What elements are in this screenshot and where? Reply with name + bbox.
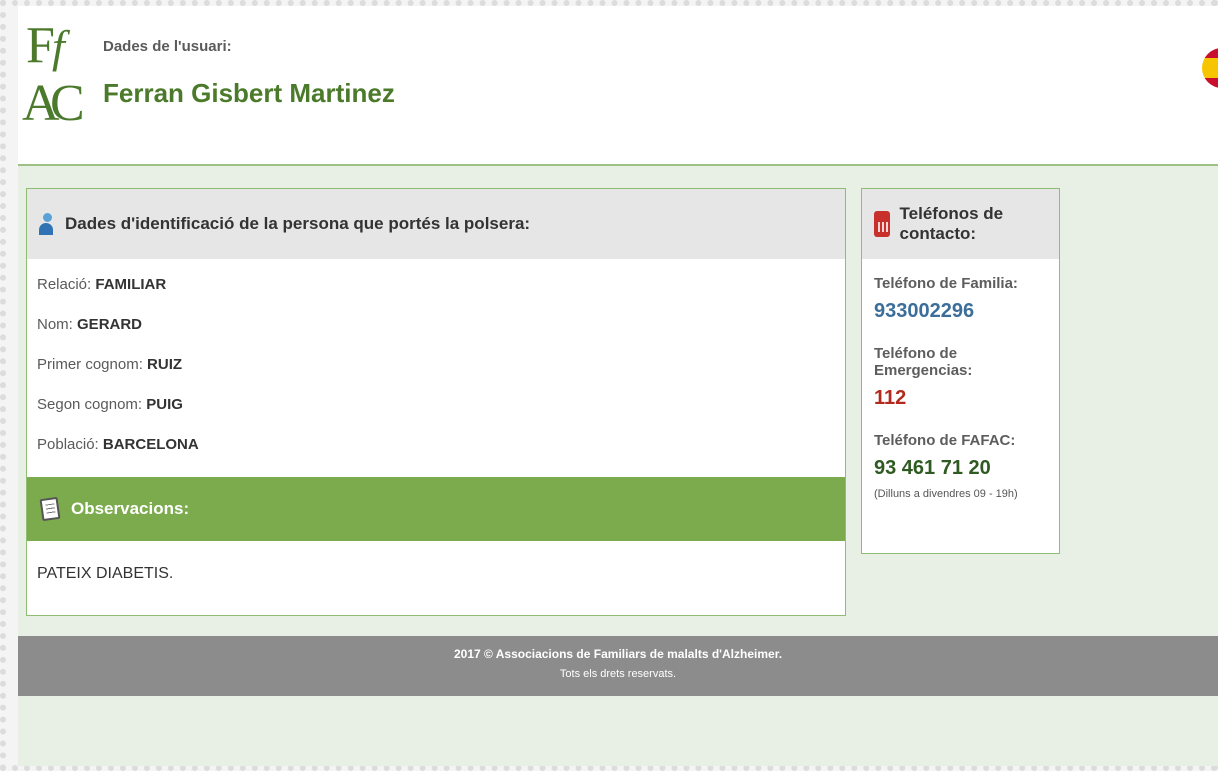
identification-panel: Dades d'identificació de la persona que … [26,188,846,616]
identification-fields: Relació: FAMILIAR Nom: GERARD Primer cog… [27,259,845,473]
logo-letter: f [52,21,65,72]
logo-letter: C [50,75,85,132]
observations-header: Observacions: [27,477,845,541]
user-name: Ferran Gisbert Martinez [103,78,395,108]
contact-phones-title: Teléfonos de contacto: [899,204,1004,243]
emergency-phone-number[interactable]: 112 [874,387,1047,410]
person-icon [39,213,55,235]
identification-title: Dades d'identificació de la persona que … [65,214,531,233]
field-label: Primer cognom: [37,356,148,373]
footer: 2017 © Associacions de Familiars de mala… [18,636,1218,696]
notepad-icon [39,496,61,522]
field-label: Nom: [37,316,78,333]
field-name: Nom: GERARD [37,313,835,353]
field-label: Relació: [37,276,96,293]
spain-flag-icon[interactable] [1202,48,1218,88]
contact-phones-header: Teléfonos de contacto: [862,189,1059,259]
header: F f A C Dades de l'usuari: Ferran Gisber… [18,6,1218,166]
observations-title: Observacions: [71,499,190,518]
field-value: PUIG [146,396,183,413]
phone-icon [874,211,890,237]
user-data-label: Dades de l'usuari: [103,38,232,55]
fafac-hours: (Dilluns a divendres 09 - 19h) [874,488,1018,500]
field-first-surname: Primer cognom: RUIZ [37,353,835,393]
footer-rights: Tots els drets reservats. [559,668,677,680]
field-value: FAMILIAR [95,276,167,293]
contact-phones-panel: Teléfonos de contacto: Teléfono de Famil… [861,188,1060,554]
field-second-surname: Segon cognom: PUIG [37,393,835,433]
logo-letter: F [26,17,55,74]
contact-phones-body: Teléfono de Familia: 933002296 Teléfono … [862,259,1059,500]
emergency-phone-label: Teléfono de Emergencias: [874,345,973,379]
identification-header: Dades d'identificació de la persona que … [27,189,845,259]
observations-text: PATEIX DIABETIS. [37,565,174,582]
family-phone-label: Teléfono de Familia: [874,275,1018,292]
fafac-logo: F f A C [22,20,102,146]
field-label: Població: [37,436,103,453]
field-city: Població: BARCELONA [37,433,835,473]
fafac-phone-label: Teléfono de FAFAC: [874,432,1016,449]
field-relation: Relació: FAMILIAR [37,273,835,313]
fafac-phone-number[interactable]: 93 461 71 20 [874,457,1047,480]
page: F f A C Dades de l'usuari: Ferran Gisber… [18,6,1218,766]
field-label: Segon cognom: [37,396,147,413]
family-phone-number[interactable]: 933002296 [874,300,1047,323]
field-value: RUIZ [147,356,183,373]
field-value: BARCELONA [102,436,199,453]
footer-copyright: 2017 © Associacions de Familiars de mala… [453,647,783,661]
field-value: GERARD [77,316,143,333]
